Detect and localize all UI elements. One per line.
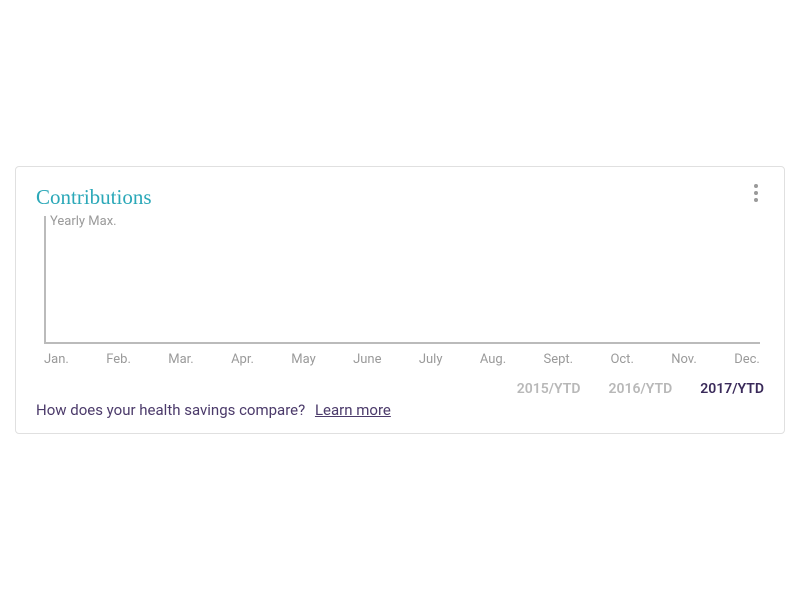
month-label: Nov. — [671, 352, 697, 367]
month-label: Mar. — [168, 352, 193, 367]
chart-body: Yearly Max. — [44, 216, 764, 346]
chart-area: Yearly Max. Jan. Feb. Mar. Apr. May June… — [44, 216, 764, 367]
month-label: Jan. — [44, 352, 69, 367]
x-axis-line — [44, 342, 760, 344]
more-vertical-icon — [754, 184, 758, 188]
contributions-card: Contributions Yearly Max. Jan. Feb. Mar.… — [15, 166, 785, 434]
legend-2016[interactable]: 2016/YTD — [608, 381, 672, 397]
month-label: Aug. — [480, 352, 506, 367]
y-axis-label: Yearly Max. — [50, 214, 117, 229]
month-label: July — [419, 352, 443, 367]
month-label: Feb. — [106, 352, 131, 367]
month-label: Sept. — [544, 352, 574, 367]
month-label: June — [353, 352, 381, 367]
legend-2017[interactable]: 2017/YTD — [700, 381, 764, 397]
y-axis-line — [44, 216, 46, 342]
month-label: Oct. — [610, 352, 633, 367]
legend-2015[interactable]: 2015/YTD — [517, 381, 581, 397]
month-label: Apr. — [231, 352, 254, 367]
options-button[interactable] — [744, 181, 768, 205]
more-vertical-icon — [754, 198, 758, 202]
more-vertical-icon — [754, 191, 758, 195]
x-axis-labels: Jan. Feb. Mar. Apr. May June July Aug. S… — [44, 352, 764, 367]
legend-row: 2015/YTD 2016/YTD 2017/YTD — [36, 381, 764, 397]
month-label: May — [291, 352, 315, 367]
learn-more-link[interactable]: Learn more — [315, 401, 391, 419]
footer-question: How does your health savings compare? — [36, 401, 305, 419]
month-label: Dec. — [734, 352, 760, 367]
card-title: Contributions — [36, 185, 764, 210]
footer-row: How does your health savings compare? Le… — [36, 401, 764, 419]
